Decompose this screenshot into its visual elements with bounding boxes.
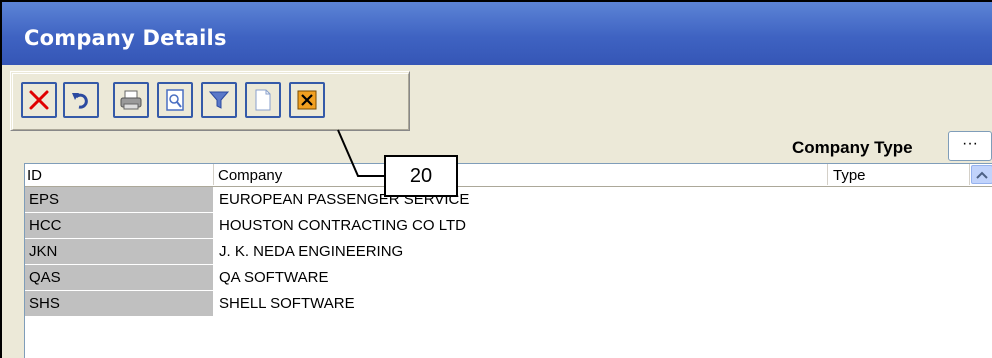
table-row[interactable]: HCC HOUSTON CONTRACTING CO LTD [25,213,992,239]
row-company: QA SOFTWARE [219,269,329,286]
preview-button[interactable] [157,82,193,118]
company-type-label: Company Type [792,138,913,157]
window-title: Company Details [24,26,227,50]
column-header-id[interactable]: ID [27,167,42,184]
delete-icon [29,90,49,110]
grid-header: ID Company Type [25,164,992,187]
print-button[interactable] [113,82,149,118]
column-header-type[interactable]: Type [833,167,866,184]
table-row[interactable]: JKN J. K. NEDA ENGINEERING [25,239,992,265]
row-id: HCC [25,213,213,239]
title-bar: Company Details [2,2,992,65]
print-preview-icon [166,89,184,111]
filter-icon [208,91,230,109]
printer-icon [120,90,142,110]
table-row[interactable]: EPS EUROPEAN PASSENGER SERVICE [25,187,992,213]
new-button[interactable] [245,82,281,118]
row-company: HOUSTON CONTRACTING CO LTD [219,217,466,234]
row-id: JKN [25,239,213,265]
row-company: SHELL SOFTWARE [219,295,355,312]
new-document-icon [255,89,271,111]
company-grid: ID Company Type EPS EUROPEAN PASSENGER S… [24,163,992,358]
undo-button[interactable] [63,82,99,118]
table-row[interactable]: QAS QA SOFTWARE [25,265,992,291]
table-row[interactable]: SHS SHELL SOFTWARE [25,291,992,317]
company-type-lookup-button[interactable]: ··· [948,131,992,161]
row-id: EPS [25,187,213,213]
chevron-up-icon [976,171,988,179]
delete-button[interactable] [21,82,57,118]
filter-button[interactable] [201,82,237,118]
toolbar [10,71,410,131]
row-company: J. K. NEDA ENGINEERING [219,243,404,260]
close-button[interactable] [289,82,325,118]
row-id: QAS [25,265,213,291]
close-icon [297,90,317,110]
callout-number: 20 [384,155,458,197]
row-id: SHS [25,291,213,317]
client-area: Company Type ··· ID Company Type EPS EUR… [2,65,992,358]
scroll-up-button[interactable] [971,165,992,184]
column-header-company[interactable]: Company [218,167,282,184]
undo-icon [72,93,88,109]
